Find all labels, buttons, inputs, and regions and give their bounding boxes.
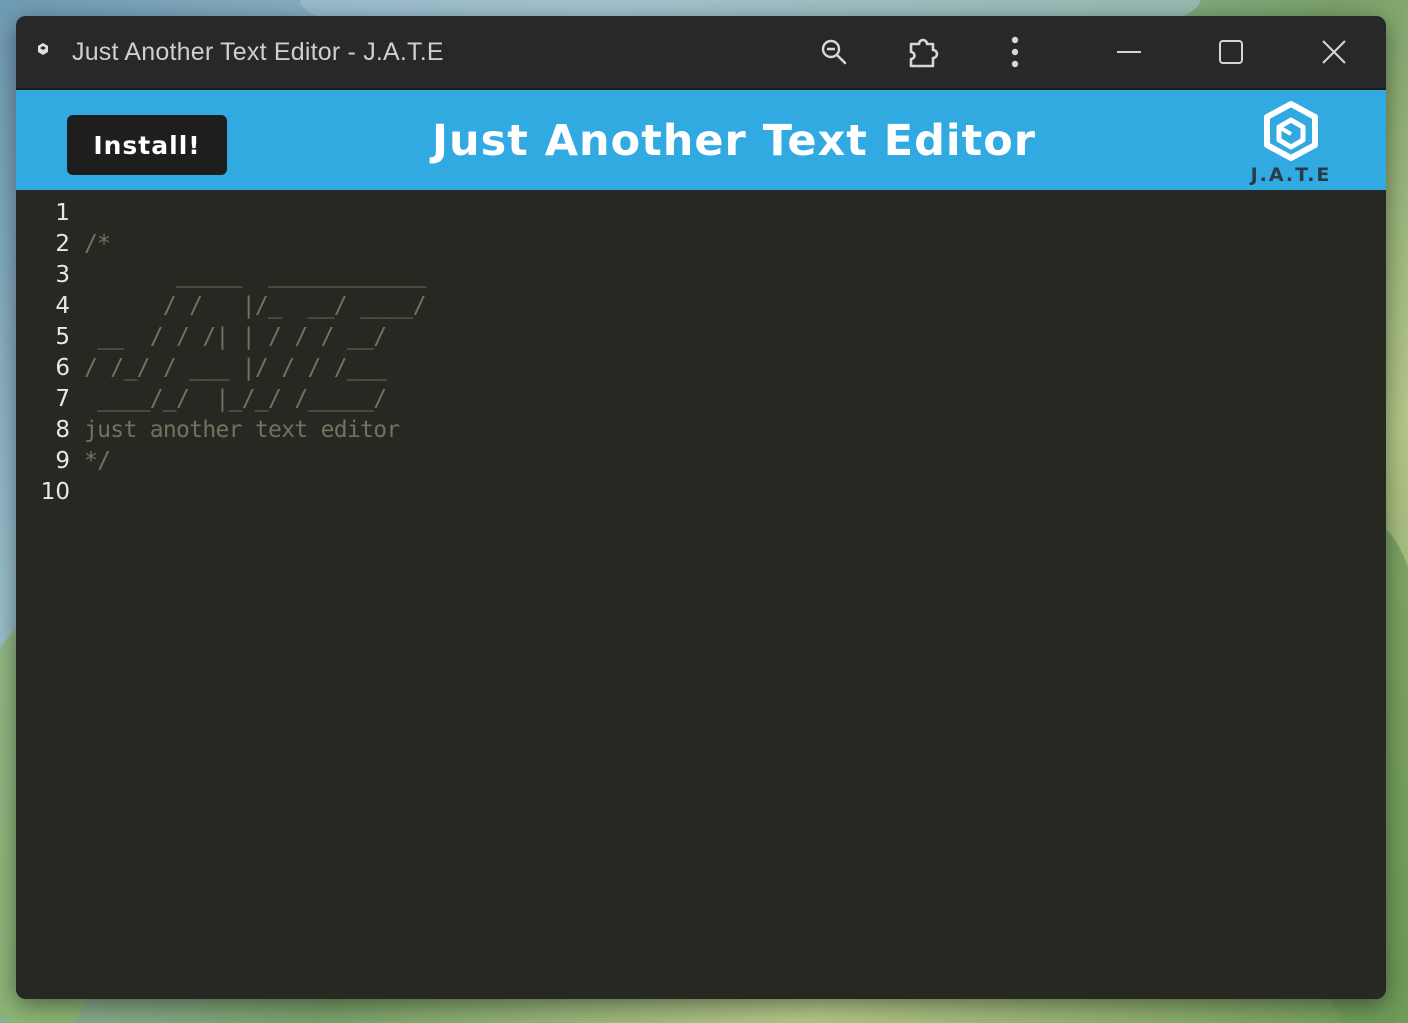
app-window: Just Another Text Editor - J.A.T.E Insta… [16, 16, 1386, 999]
line-number: 3 [55, 262, 70, 288]
line-number: 6 [55, 355, 70, 381]
line-number: 5 [55, 324, 70, 350]
minimize-icon[interactable] [1111, 34, 1147, 70]
title-bar[interactable]: Just Another Text Editor - J.A.T.E [16, 16, 1386, 90]
maximize-icon[interactable] [1213, 34, 1249, 70]
line-text[interactable]: just another text editor [84, 417, 400, 443]
code-editor[interactable]: 1 2 /* 3 _____ ____________ 4 / / |/_ __/ __… [16, 190, 1386, 999]
line-number: 1 [55, 200, 70, 226]
line-text[interactable]: __ / / /| | / / / __/ [84, 324, 387, 350]
logo-text: J.A.T.E [1250, 164, 1332, 186]
extension-icon[interactable] [907, 34, 943, 70]
line-text[interactable]: ____/_/ |_/_/ /_____/ [84, 386, 387, 412]
line-number: 8 [55, 417, 70, 443]
app-heading: Just Another Text Editor [432, 116, 1036, 166]
line-number: 2 [55, 231, 70, 257]
line-number: 9 [55, 448, 70, 474]
line-number: 4 [55, 293, 70, 319]
line-number: 10 [40, 479, 70, 505]
zoom-out-icon[interactable] [816, 34, 852, 70]
logo-icon [1264, 101, 1318, 161]
line-text[interactable]: _____ ____________ [84, 262, 427, 288]
more-options-icon[interactable] [997, 34, 1033, 70]
app-header: Install! Just Another Text Editor J.A.T.… [16, 90, 1386, 190]
close-icon[interactable] [1316, 34, 1352, 70]
line-number: 7 [55, 386, 70, 412]
jate-logo: J.A.T.E [1248, 100, 1334, 186]
line-text[interactable]: / / |/_ __/ ____/ [84, 293, 427, 319]
window-title: Just Another Text Editor - J.A.T.E [72, 38, 444, 66]
line-text[interactable]: /* [84, 231, 111, 257]
app-icon [38, 43, 48, 55]
line-text[interactable]: */ [84, 448, 111, 474]
line-text[interactable]: / /_/ / ___ |/ / / /___ [84, 355, 387, 381]
